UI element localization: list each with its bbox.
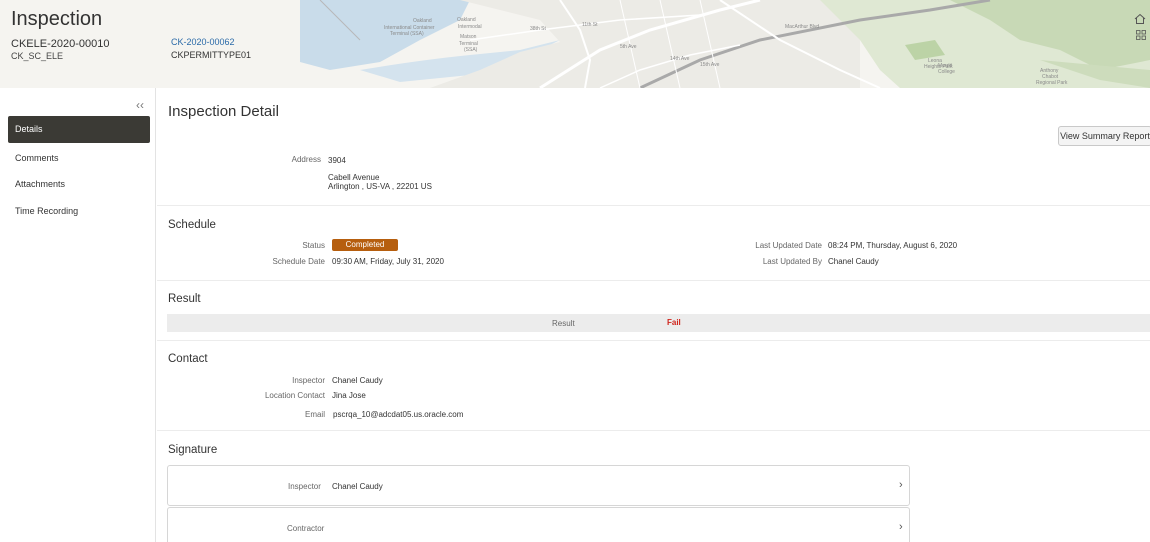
- divider: [157, 340, 1150, 341]
- case-link[interactable]: CK-2020-00062: [171, 37, 235, 47]
- schedule-section-title: Schedule: [168, 219, 216, 231]
- inspection-type: CK_SC_ELE: [11, 51, 64, 61]
- address-line2: Cabell Avenue: [328, 173, 380, 182]
- main-content: Inspection Detail View Summary Report Ad…: [157, 88, 1150, 542]
- map-label: 15th Ave: [700, 62, 720, 68]
- divider: [157, 205, 1150, 206]
- last-updated-by-value: Chanel Caudy: [828, 257, 879, 266]
- map-label: 5th Ave: [620, 44, 637, 50]
- location-contact-value: Jina Jose: [332, 391, 366, 400]
- home-icon[interactable]: [1134, 13, 1146, 25]
- signature-card-contractor[interactable]: Contractor ›: [167, 507, 910, 542]
- sidebar-item-attachments[interactable]: Attachments: [8, 171, 150, 197]
- chevron-right-icon: ›: [899, 479, 903, 491]
- inspection-id: CKELE-2020-00010: [11, 38, 110, 50]
- collapse-nav-button[interactable]: ‹‹: [136, 98, 144, 112]
- result-value: Fail: [667, 318, 681, 327]
- schedule-date-label: Schedule Date: [272, 257, 325, 266]
- location-contact-label: Location Contact: [264, 391, 325, 400]
- chevron-right-icon: ›: [899, 521, 903, 533]
- map-label: Oakland: [457, 17, 476, 23]
- map-label: Intermodal: [458, 24, 482, 30]
- map-label: 11th St: [582, 22, 598, 28]
- address-label: Address: [291, 155, 321, 164]
- last-updated-date-label: Last Updated Date: [755, 241, 822, 250]
- map-label: 38th St: [530, 26, 546, 32]
- signature-section-title: Signature: [168, 444, 218, 456]
- map-label: College: [938, 69, 955, 75]
- signature-contractor-label: Contractor: [287, 524, 325, 533]
- page-title: Inspection Detail: [168, 103, 279, 120]
- map-label: Regional Park: [1036, 80, 1068, 86]
- contact-section-title: Contact: [168, 353, 208, 365]
- map-label: (SSA): [464, 47, 478, 53]
- header-banner: Oakland International Container Terminal…: [0, 0, 1150, 88]
- address-line1: 3904: [328, 156, 346, 165]
- permit-type: CKPERMITTYPE01: [171, 50, 252, 60]
- map-label: 14th Ave: [670, 56, 690, 62]
- map-label: Oakland: [413, 18, 432, 24]
- map-label: Terminal (SSA): [390, 31, 424, 37]
- result-section-title: Result: [168, 293, 201, 305]
- sidebar-item-details[interactable]: Details: [8, 116, 150, 143]
- page-header-title: Inspection: [11, 8, 103, 30]
- divider: [157, 280, 1150, 281]
- email-label: Email: [304, 410, 325, 419]
- view-summary-report-button[interactable]: View Summary Report: [1058, 126, 1150, 146]
- status-badge: Completed: [332, 239, 398, 251]
- last-updated-by-label: Last Updated By: [762, 257, 822, 266]
- email-value: pscrqa_10@adcdat05.us.oracle.com: [333, 410, 464, 419]
- signature-inspector-label: Inspector: [288, 482, 321, 491]
- signature-inspector-value: Chanel Caudy: [332, 482, 383, 491]
- app-grid-icon[interactable]: [1136, 30, 1146, 40]
- result-row: Result Fail: [167, 314, 1150, 332]
- schedule-date-value: 09:30 AM, Friday, July 31, 2020: [332, 257, 444, 266]
- divider: [157, 430, 1150, 431]
- status-label: Status: [302, 241, 325, 250]
- map-label: Matson: [460, 34, 477, 40]
- last-updated-date-value: 08:24 PM, Thursday, August 6, 2020: [828, 241, 958, 250]
- sidebar-item-comments[interactable]: Comments: [8, 145, 150, 171]
- map-label: MacArthur Blvd: [785, 24, 819, 30]
- left-nav: ‹‹ Details Comments Attachments Time Rec…: [0, 88, 156, 542]
- signature-card-inspector[interactable]: Inspector Chanel Caudy ›: [167, 465, 910, 506]
- result-label: Result: [552, 319, 575, 328]
- inspector-label: Inspector: [292, 376, 325, 385]
- address-line3: Arlington , US-VA , 22201 US: [328, 182, 432, 191]
- sidebar-item-time-recording[interactable]: Time Recording: [8, 198, 150, 224]
- inspector-value: Chanel Caudy: [332, 376, 383, 385]
